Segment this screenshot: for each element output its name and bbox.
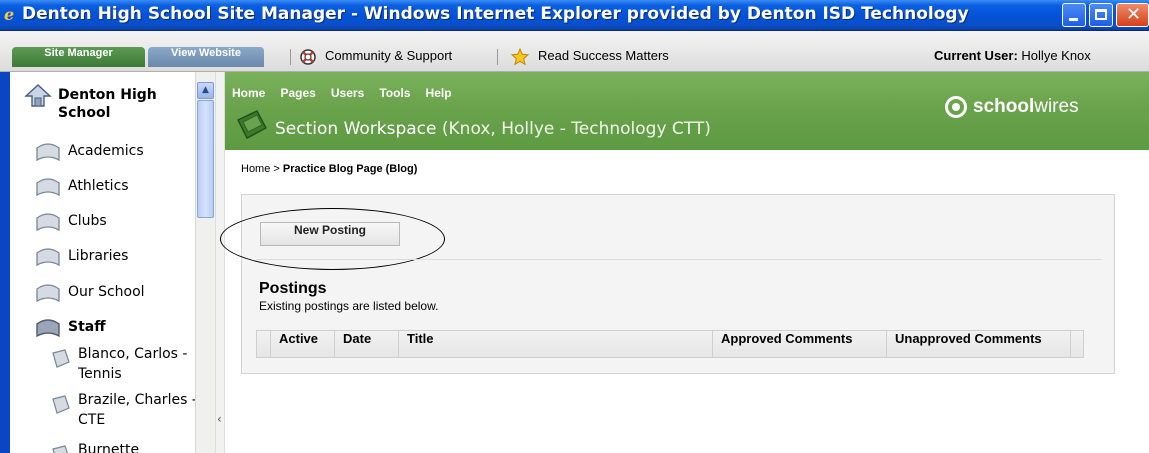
- column-active[interactable]: Active: [271, 331, 335, 357]
- current-user: Current User: Hollye Knox: [934, 48, 1091, 66]
- sidebar-scrollbar[interactable]: ▲: [195, 72, 215, 453]
- sidebar-item-label: Staff: [68, 319, 106, 335]
- current-user-name: Hollye Knox: [1021, 48, 1091, 63]
- tab-site-manager[interactable]: Site Manager: [12, 47, 145, 67]
- column-approved-comments[interactable]: Approved Comments: [713, 331, 887, 357]
- star-icon: [511, 48, 529, 66]
- column-title[interactable]: Title: [399, 331, 713, 357]
- toolbar-divider: [497, 49, 498, 65]
- chevron-left-icon[interactable]: ‹: [217, 412, 222, 426]
- postings-title: Postings: [259, 280, 327, 297]
- workspace-title-text: Section Workspace: [275, 119, 437, 139]
- nav-users[interactable]: Users: [331, 86, 364, 100]
- close-button[interactable]: ✕: [1116, 3, 1149, 27]
- window-title: Denton High School Site Manager - Window…: [22, 4, 969, 24]
- sidebar-subitem-label: Brazile, Charles - CTE: [78, 392, 197, 428]
- site-tree-sidebar: Denton High School Academics Athletics C…: [0, 72, 225, 453]
- scrollbar-thumb[interactable]: [197, 100, 214, 218]
- column-date[interactable]: Date: [335, 331, 399, 357]
- page-icon: [52, 445, 68, 453]
- sidebar-item-label: Athletics: [68, 178, 129, 194]
- postings-table-header: Active Date Title Approved Comments Unap…: [256, 330, 1084, 358]
- sidebar-collapse-strip[interactable]: ‹: [215, 72, 225, 453]
- schoolwires-logo-text: schoolwires: [973, 96, 1079, 118]
- tree-root-label: Denton High School: [58, 87, 157, 121]
- toolbar-divider: [290, 49, 291, 65]
- tab-view-website[interactable]: View Website: [148, 47, 264, 67]
- nav-tools[interactable]: Tools: [379, 86, 410, 100]
- sidebar-item-label: Clubs: [68, 213, 107, 229]
- maximize-icon: [1095, 9, 1107, 20]
- postings-subtitle: Existing postings are listed below.: [259, 299, 439, 313]
- panel-divider: [256, 259, 1102, 260]
- minimize-icon: [1069, 18, 1078, 21]
- table-header-spacer: [257, 331, 271, 357]
- section-icon: [36, 143, 60, 162]
- building-icon: [24, 84, 52, 107]
- section-open-icon: [36, 319, 60, 338]
- scroll-up-arrow-icon[interactable]: ▲: [197, 82, 214, 99]
- section-icon: [36, 178, 60, 197]
- nav-pages[interactable]: Pages: [280, 86, 315, 100]
- postings-panel: New Posting Postings Existing postings a…: [220, 194, 1115, 374]
- nav-help[interactable]: Help: [426, 86, 452, 100]
- workspace-owner: (Knox, Hollye - Technology CTT): [441, 119, 711, 139]
- workspace-header: Home Pages Users Tools Help Section Work…: [225, 72, 1149, 150]
- top-navigation: Home Pages Users Tools Help: [232, 82, 462, 100]
- maximize-button[interactable]: [1089, 3, 1113, 27]
- page-icon: [52, 395, 70, 414]
- sidebar-item-label: Libraries: [68, 248, 129, 264]
- logo-text-bold: school: [973, 96, 1035, 117]
- nav-home[interactable]: Home: [232, 86, 265, 100]
- window-title-bar: e Denton High School Site Manager - Wind…: [0, 0, 1149, 31]
- breadcrumb-current: Practice Blog Page (Blog): [282, 163, 418, 175]
- breadcrumb: Home > Practice Blog Page (Blog): [241, 163, 417, 175]
- toolbar: Site Manager View Website Community & Su…: [0, 31, 1149, 72]
- section-icon: [36, 284, 60, 303]
- schoolwires-logo-icon: [945, 96, 967, 118]
- breadcrumb-home[interactable]: Home: [241, 163, 270, 175]
- community-support-link[interactable]: Community & Support: [325, 48, 452, 66]
- highlight-oval: [220, 208, 445, 270]
- sidebar-subitem-label: Blanco, Carlos - Tennis: [78, 346, 188, 382]
- ie-icon: e: [4, 5, 15, 24]
- workspace-title: Section Workspace (Knox, Hollye - Techno…: [275, 118, 711, 140]
- lifebuoy-icon: [300, 49, 316, 65]
- breadcrumb-separator: >: [273, 163, 280, 175]
- logo-text-light: wires: [1034, 96, 1079, 117]
- workspace-book-icon: [237, 110, 267, 139]
- read-success-matters-link[interactable]: Read Success Matters: [538, 48, 669, 66]
- column-unapproved-comments[interactable]: Unapproved Comments: [887, 331, 1071, 357]
- sidebar-item-label: Academics: [68, 143, 144, 159]
- minimize-button[interactable]: [1062, 3, 1086, 27]
- schoolwires-logo: schoolwires: [945, 92, 1140, 122]
- sidebar-item-label: Our School: [68, 284, 145, 300]
- page-icon: [52, 349, 70, 368]
- section-icon: [36, 213, 60, 232]
- section-icon: [36, 248, 60, 267]
- current-user-label: Current User:: [934, 48, 1018, 63]
- close-icon: ✕: [1126, 4, 1142, 25]
- sidebar-subitem-label: Burnette: [78, 442, 140, 453]
